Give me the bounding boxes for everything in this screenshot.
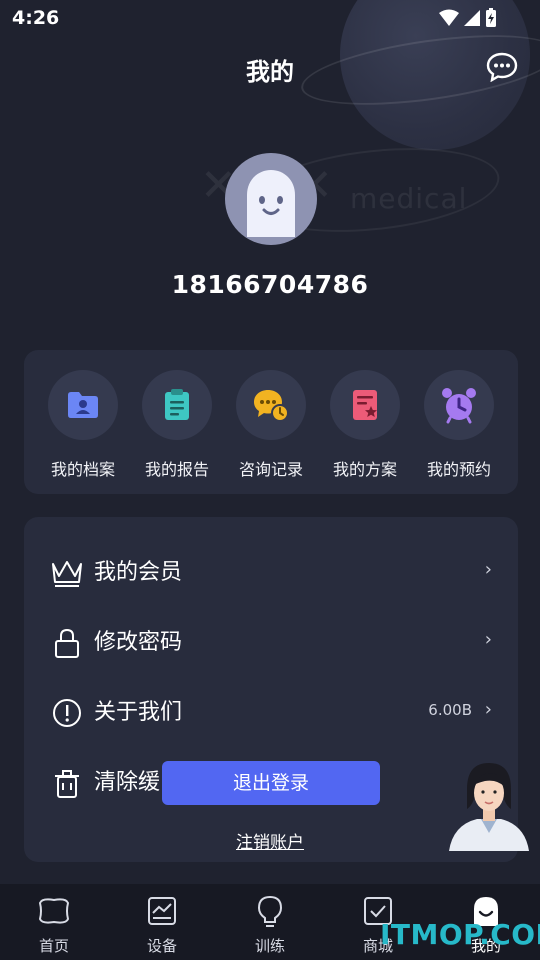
tab-label: 设备 xyxy=(146,937,177,955)
quick-action-label: 我的档案 xyxy=(50,460,115,479)
plan-document-icon xyxy=(353,390,377,420)
device-chart-icon xyxy=(148,897,176,925)
signal-icon xyxy=(464,10,480,26)
quick-action-label: 我的报告 xyxy=(144,460,209,479)
logout-button[interactable]: 退出登录 xyxy=(162,761,380,805)
quick-actions-card: 我的档案 我的报告 咨询记录 我的方案 我的预约 xyxy=(24,350,518,494)
chevron-right-icon: › xyxy=(484,699,492,720)
profile-folder-icon xyxy=(68,392,98,418)
chevron-right-icon: › xyxy=(484,559,492,580)
menu-item-label: 清除缓 xyxy=(94,770,161,795)
assistant-avatar[interactable] xyxy=(447,755,531,851)
site-watermark: ITMOP.COM xyxy=(380,918,540,951)
chevron-right-icon: › xyxy=(484,629,492,650)
menu-item-change-password[interactable]: 修改密码 › xyxy=(24,612,518,672)
lock-icon xyxy=(55,628,79,658)
avatar[interactable] xyxy=(225,153,317,245)
status-bar: 4:26 xyxy=(0,0,540,38)
quick-action-label: 我的预约 xyxy=(426,460,491,479)
quick-action-my-report[interactable]: 我的报告 xyxy=(132,370,222,480)
info-icon xyxy=(53,699,81,727)
chat-bubble-icon xyxy=(486,52,518,83)
message-button[interactable] xyxy=(486,52,518,83)
quick-action-label: 我的方案 xyxy=(332,460,397,479)
quick-action-my-archive[interactable]: 我的档案 xyxy=(38,370,128,480)
tab-device[interactable]: 设备 xyxy=(122,894,202,956)
settings-menu-card: 我的会员 › 修改密码 › 关于我们 6.00B › 清除缓 xyxy=(24,517,518,862)
tab-training[interactable]: 训练 xyxy=(230,894,310,956)
user-phone-number: 18166704786 xyxy=(171,270,369,299)
lightbulb-icon xyxy=(257,895,283,927)
status-icons xyxy=(439,8,496,27)
quick-action-my-appointment[interactable]: 我的预约 xyxy=(414,370,504,480)
menu-item-about-us[interactable]: 关于我们 6.00B › xyxy=(24,682,518,742)
menu-item-label: 关于我们 xyxy=(94,700,183,725)
trash-icon xyxy=(55,770,79,798)
menu-item-value: 6.00B xyxy=(428,701,472,719)
quick-action-consult-records[interactable]: 咨询记录 xyxy=(226,370,316,480)
crown-icon xyxy=(52,561,82,587)
doctor-assistant-icon xyxy=(449,763,529,851)
tab-home[interactable]: 首页 xyxy=(14,894,94,956)
menu-item-label: 修改密码 xyxy=(94,630,183,655)
home-icon xyxy=(38,898,70,924)
status-time: 4:26 xyxy=(12,7,60,29)
menu-item-membership[interactable]: 我的会员 › xyxy=(24,542,518,602)
ghost-avatar-icon xyxy=(247,170,295,237)
menu-item-label: 我的会员 xyxy=(94,560,183,585)
chat-clock-icon xyxy=(254,390,289,422)
page-title: 我的 xyxy=(246,58,294,86)
wifi-icon xyxy=(439,9,459,26)
alarm-clock-icon xyxy=(442,388,476,424)
tab-label: 首页 xyxy=(38,937,69,955)
tab-label: 训练 xyxy=(254,937,285,955)
clipboard-icon xyxy=(165,389,189,420)
quick-action-my-plan[interactable]: 我的方案 xyxy=(320,370,410,480)
quick-action-label: 咨询记录 xyxy=(238,460,303,479)
